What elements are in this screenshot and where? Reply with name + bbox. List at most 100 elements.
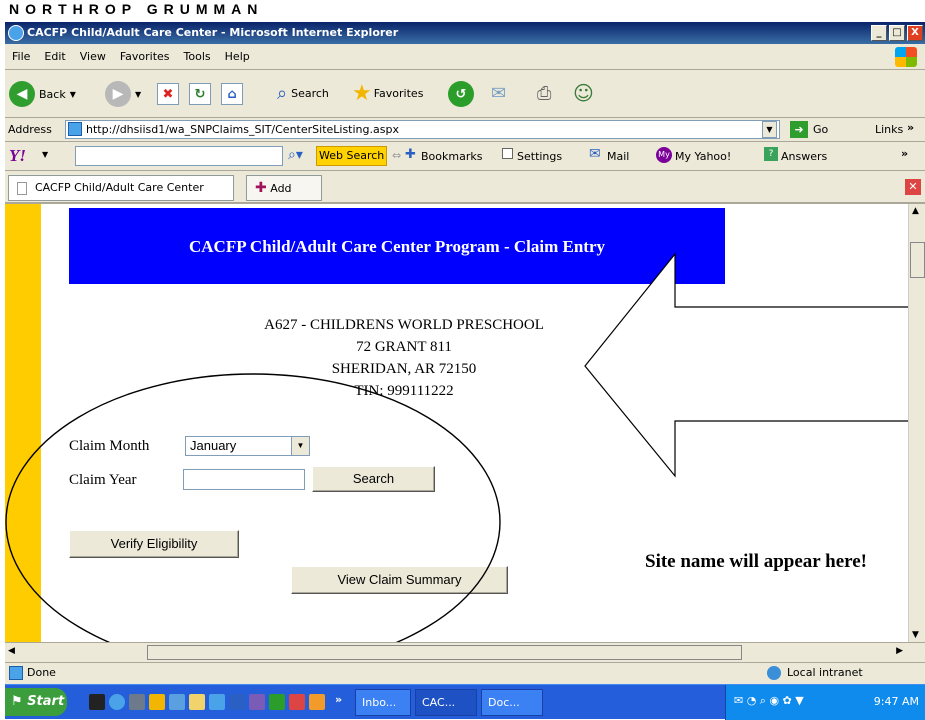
desktop-icon[interactable] xyxy=(129,694,145,710)
mail-icon[interactable]: ✉ xyxy=(491,83,506,104)
taskbar: ⚑ Start » Inbo... CAC... Doc... ✉ ◔ ⌕ ◉ … xyxy=(5,684,925,720)
close-tab-icon[interactable]: ✕ xyxy=(905,179,921,195)
menu-file[interactable]: File xyxy=(5,44,37,69)
yahoo-search-input[interactable] xyxy=(75,146,283,166)
cmd-icon[interactable] xyxy=(89,694,105,710)
search-icon: ⌕ xyxy=(277,83,288,104)
menu-edit[interactable]: Edit xyxy=(37,44,72,69)
address-dropdown[interactable]: ▼ xyxy=(762,121,777,138)
yahoo-logo[interactable]: Y! xyxy=(9,146,26,166)
plus-icon: ✚ xyxy=(255,180,267,196)
refresh-icon[interactable]: ↻ xyxy=(189,83,211,105)
powerpoint-icon[interactable] xyxy=(249,694,265,710)
close-button[interactable]: X xyxy=(907,25,923,41)
page-icon xyxy=(17,181,27,195)
windows-logo-icon xyxy=(895,47,917,67)
scroll-down-icon[interactable]: ▼ xyxy=(912,630,919,640)
menu-tools[interactable]: Tools xyxy=(177,44,218,69)
settings-button[interactable]: Settings xyxy=(517,150,562,163)
access-icon[interactable] xyxy=(289,694,305,710)
horizontal-scrollbar[interactable]: ◀ ▶ xyxy=(5,642,925,662)
address-input[interactable]: http://dhsiisd1/wa_SNPClaims_SIT/CenterS… xyxy=(65,120,780,139)
yahoo-mail-button[interactable]: Mail xyxy=(607,150,629,163)
scroll-right-icon[interactable]: ▶ xyxy=(896,646,903,656)
status-text: Done xyxy=(27,666,56,679)
mail-envelope-icon: ✉ xyxy=(589,146,601,162)
excel-icon[interactable] xyxy=(269,694,285,710)
vertical-scrollbar[interactable]: ▲ ▼ xyxy=(908,204,925,642)
yahoo-menu-arrow-icon[interactable]: ▼ xyxy=(42,150,48,159)
maximize-button[interactable]: □ xyxy=(889,25,905,41)
word-icon[interactable] xyxy=(229,694,245,710)
zone-text: Local intranet xyxy=(787,666,863,679)
address-url: http://dhsiisd1/wa_SNPClaims_SIT/CenterS… xyxy=(86,123,399,136)
bookmarks-icon: ✚ xyxy=(405,147,416,162)
home-icon[interactable]: ⌂ xyxy=(221,83,243,105)
go-button[interactable]: Go xyxy=(813,123,828,136)
favorites-button[interactable]: ★ Favorites xyxy=(352,81,423,106)
links-button[interactable]: Links xyxy=(875,123,903,136)
network-icon[interactable] xyxy=(209,694,225,710)
scroll-up-icon[interactable]: ▲ xyxy=(912,206,919,216)
start-button[interactable]: ⚑ Start xyxy=(5,688,67,716)
task-document-label: Doc... xyxy=(488,696,520,709)
answers-icon: ? xyxy=(764,147,778,161)
back-arrow-icon: ◀ xyxy=(9,81,35,107)
address-label: Address xyxy=(8,123,52,136)
links-chevron-icon[interactable]: » xyxy=(907,121,914,134)
menu-view[interactable]: View xyxy=(73,44,113,69)
messenger-icon[interactable]: ☺ xyxy=(573,81,594,105)
folder-icon[interactable] xyxy=(189,694,205,710)
scroll-left-icon[interactable]: ◀ xyxy=(8,646,15,656)
task-inbox-label: Inbo... xyxy=(362,696,397,709)
toolbar-chevron-icon[interactable]: » xyxy=(901,147,908,160)
settings-checkbox-icon xyxy=(502,148,513,159)
menu-favorites[interactable]: Favorites xyxy=(113,44,177,69)
task-cacfp-label: CAC... xyxy=(422,696,456,709)
standard-toolbar: ◀ Back ▼ ▶ ▼ ✖ ↻ ⌂ ⌕ Search ★ Favorites ↺ … xyxy=(5,70,925,118)
vertical-scroll-thumb[interactable] xyxy=(910,242,925,278)
menu-help[interactable]: Help xyxy=(218,44,257,69)
back-button[interactable]: ◀ Back ▼ xyxy=(9,81,76,107)
task-cacfp[interactable]: CAC... xyxy=(415,689,477,716)
explorer-icon[interactable] xyxy=(169,694,185,710)
divider-icon: ⇔ xyxy=(392,149,402,162)
ie-page-icon xyxy=(9,666,23,680)
yahoo-search-icon[interactable]: ⌕▾ xyxy=(288,147,303,163)
highlight-ellipse xyxy=(5,373,501,642)
favorites-star-icon: ★ xyxy=(352,81,372,106)
web-search-button[interactable]: Web Search xyxy=(316,146,388,166)
window-titlebar: CACFP Child/Adult Care Center - Microsof… xyxy=(5,22,925,44)
bookmarks-button[interactable]: Bookmarks xyxy=(421,150,482,163)
forward-button[interactable]: ▶ ▼ xyxy=(105,81,141,107)
yahoo-toolbar: Y! ▼ ⌕▾ Web Search ⇔ ✚ Bookmarks Setting… xyxy=(5,142,925,171)
tab-current[interactable]: CACFP Child/Adult Care Center xyxy=(8,175,234,201)
task-document[interactable]: Doc... xyxy=(481,689,543,716)
system-tray: ✉ ◔ ⌕ ◉ ✿ ▼ 9:47 AM xyxy=(725,685,925,720)
media-icon[interactable] xyxy=(149,694,165,710)
answers-button[interactable]: Answers xyxy=(781,150,827,163)
forward-arrow-icon: ▶ xyxy=(105,81,131,107)
my-yahoo-button[interactable]: My Yahoo! xyxy=(675,150,731,163)
address-bar: Address http://dhsiisd1/wa_SNPClaims_SIT… xyxy=(5,118,925,142)
horizontal-scroll-thumb[interactable] xyxy=(147,645,742,660)
quicklaunch-chevron-icon[interactable]: » xyxy=(335,693,342,706)
ie-icon[interactable] xyxy=(109,694,125,710)
brand-logo: NORTHROP GRUMMAN xyxy=(9,1,264,17)
minimize-button[interactable]: _ xyxy=(871,25,887,41)
outlook-icon[interactable] xyxy=(309,694,325,710)
tab-bar: CACFP Child/Adult Care Center ✚ Add Tab … xyxy=(5,171,925,219)
task-inbox[interactable]: Inbo... xyxy=(355,689,411,716)
stop-icon[interactable]: ✖ xyxy=(157,83,179,105)
menu-bar: File Edit View Favorites Tools Help xyxy=(5,44,925,70)
annotation-overlay xyxy=(5,252,925,642)
start-label: Start xyxy=(27,694,65,709)
go-arrow-icon[interactable]: ➜ xyxy=(790,121,808,138)
add-tab-button[interactable]: ✚ Add Tab xyxy=(246,175,322,219)
clock[interactable]: 9:47 AM xyxy=(874,695,919,708)
print-icon[interactable]: ⎙ xyxy=(537,83,551,104)
favorites-label: Favorites xyxy=(373,87,424,100)
history-icon[interactable]: ↺ xyxy=(448,81,474,107)
tray-icons[interactable]: ✉ ◔ ⌕ ◉ ✿ ▼ xyxy=(734,694,804,708)
search-button[interactable]: ⌕ Search xyxy=(277,83,329,104)
